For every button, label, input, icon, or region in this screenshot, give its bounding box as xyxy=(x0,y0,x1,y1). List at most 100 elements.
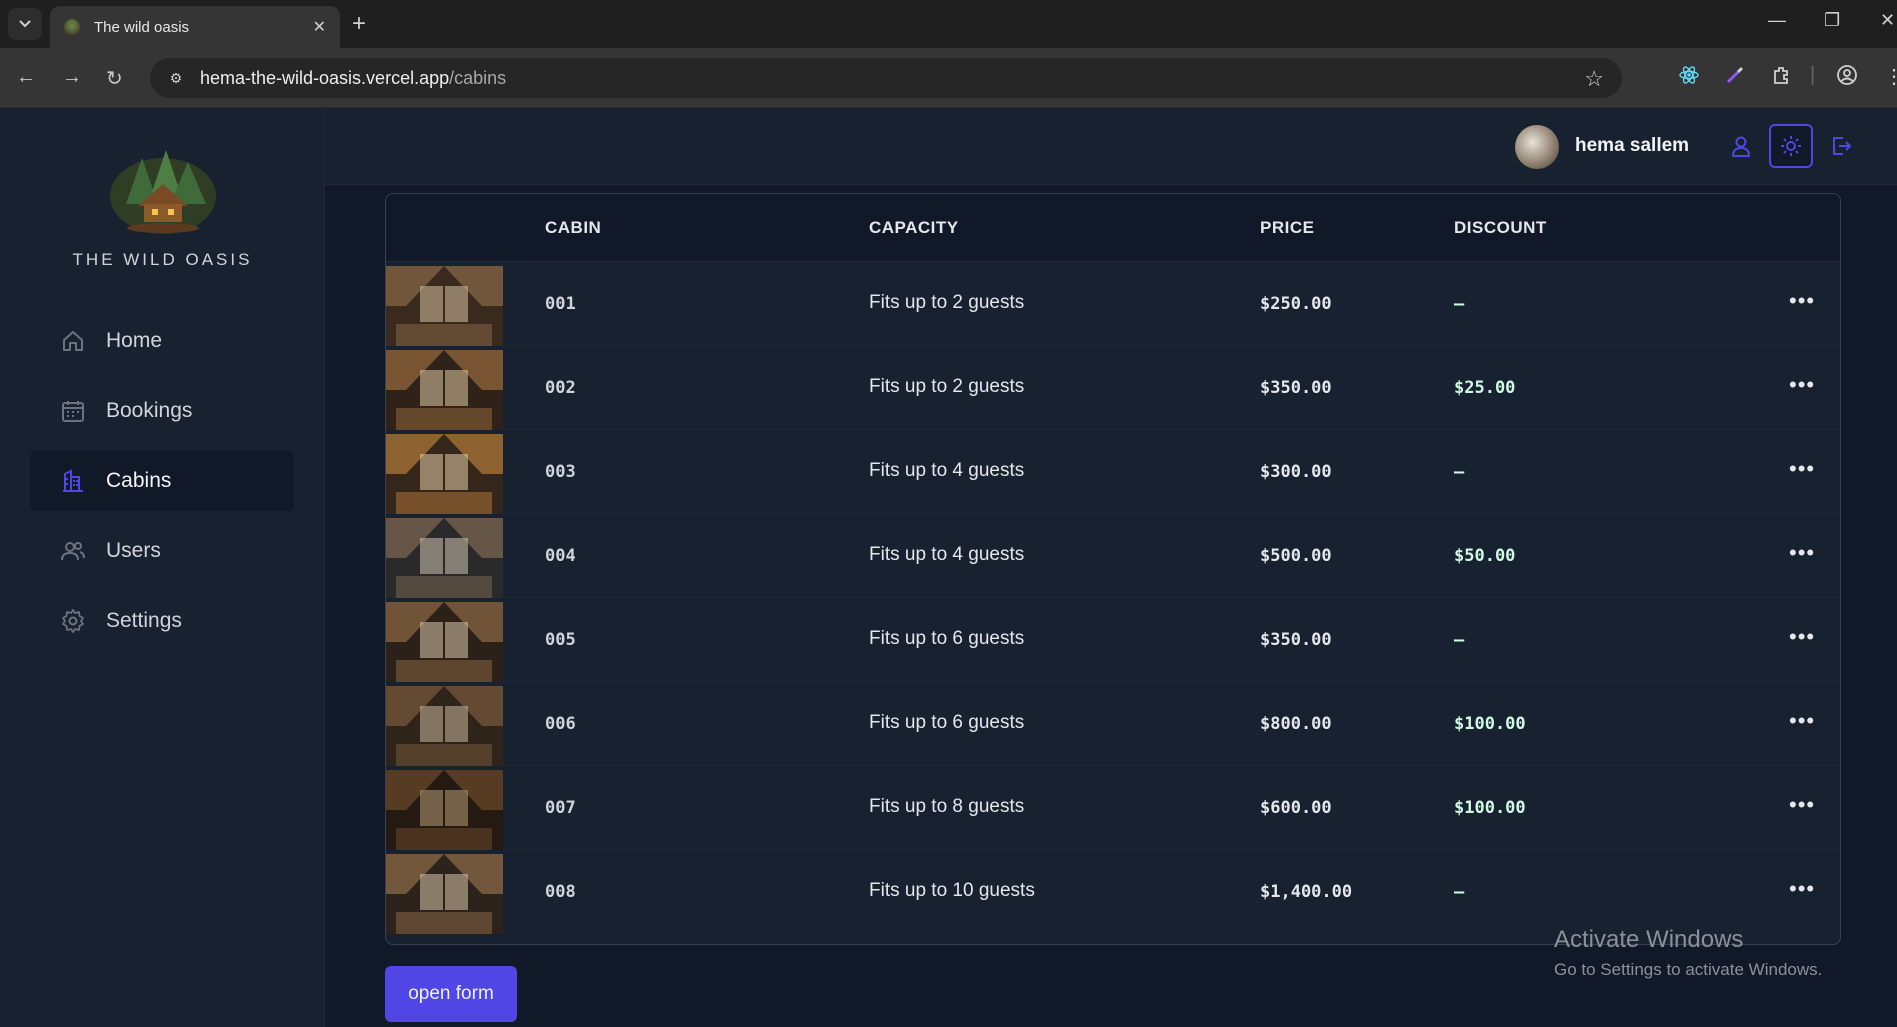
extensions-icon[interactable] xyxy=(1770,64,1792,92)
users-icon xyxy=(60,538,86,564)
profile-icon[interactable] xyxy=(1836,64,1858,92)
table-row: 005 Fits up to 6 guests $350.00 — ••• xyxy=(386,598,1840,682)
sidebar: THE WILD OASIS Home Bookings Cabins User… xyxy=(0,108,325,1027)
browser-tab[interactable]: The wild oasis ✕ xyxy=(50,6,340,48)
close-tab-icon[interactable]: ✕ xyxy=(313,17,326,37)
username: hema sallem xyxy=(1575,135,1690,156)
table-row: 007 Fits up to 8 guests $600.00 $100.00 ••• xyxy=(386,766,1840,850)
nav-label-users: Users xyxy=(106,539,161,562)
cabin-name: 006 xyxy=(545,714,576,734)
cabin-discount: — xyxy=(1454,882,1465,902)
browser-tabbar: The wild oasis ✕ + — ❐ ✕ xyxy=(0,0,1897,48)
row-menu-icon[interactable]: ••• xyxy=(1789,456,1815,482)
address-bar[interactable]: ⚙ hema-the-wild-oasis.vercel.app/cabins … xyxy=(150,58,1622,98)
gear-icon xyxy=(60,608,86,634)
avatar xyxy=(1515,125,1559,169)
sun-icon xyxy=(1781,136,1801,156)
browser-toolbar: ← → ↻ ⚙ hema-the-wild-oasis.vercel.app/c… xyxy=(0,48,1897,108)
cabin-capacity: Fits up to 10 guests xyxy=(869,880,1035,901)
back-icon[interactable]: ← xyxy=(16,66,36,89)
nav-item-users[interactable]: Users xyxy=(30,521,294,581)
open-form-button[interactable]: open form xyxy=(385,966,517,1022)
nav-item-cabins[interactable]: Cabins xyxy=(30,451,294,511)
nav-label-bookings: Bookings xyxy=(106,399,193,422)
nav-item-bookings[interactable]: Bookings xyxy=(30,381,294,441)
col-cabin: CABIN xyxy=(545,218,602,237)
row-menu-icon[interactable]: ••• xyxy=(1789,792,1815,818)
table-row: 006 Fits up to 6 guests $800.00 $100.00 ••• xyxy=(386,682,1840,766)
toolbar-divider: | xyxy=(1810,64,1816,86)
logout-button[interactable] xyxy=(1819,124,1863,168)
forward-icon[interactable]: → xyxy=(62,66,82,89)
cabin-discount: — xyxy=(1454,462,1465,482)
cabin-price: $350.00 xyxy=(1260,630,1332,650)
user-icon xyxy=(1732,136,1750,157)
minimize-icon[interactable]: — xyxy=(1768,10,1786,31)
table-row: 008 Fits up to 10 guests $1,400.00 — ••• xyxy=(386,850,1840,934)
bookmark-star-icon[interactable]: ☆ xyxy=(1584,66,1604,92)
main-nav: Home Bookings Cabins Users Settings xyxy=(30,311,294,661)
cabin-discount: $25.00 xyxy=(1454,378,1516,398)
tab-search-button[interactable] xyxy=(8,8,42,40)
cabin-discount: $100.00 xyxy=(1454,714,1526,734)
url-path: /cabins xyxy=(449,67,507,88)
cabin-discount: — xyxy=(1454,630,1465,650)
cabin-capacity: Fits up to 8 guests xyxy=(869,796,1025,817)
cabin-price: $350.00 xyxy=(1260,378,1332,398)
nav-label-cabins: Cabins xyxy=(106,469,172,492)
close-window-icon[interactable]: ✕ xyxy=(1880,10,1895,31)
account-button[interactable] xyxy=(1719,124,1763,168)
row-menu-icon[interactable]: ••• xyxy=(1789,708,1815,734)
cabin-price: $250.00 xyxy=(1260,294,1332,314)
row-menu-icon[interactable]: ••• xyxy=(1789,624,1815,650)
cabin-capacity: Fits up to 4 guests xyxy=(869,460,1025,481)
cabin-capacity: Fits up to 2 guests xyxy=(869,292,1025,313)
table-row: 002 Fits up to 2 guests $350.00 $25.00 ••• xyxy=(386,346,1840,430)
cabin-price: $300.00 xyxy=(1260,462,1332,482)
cabin-name: 003 xyxy=(545,462,576,482)
browser-menu-icon[interactable]: ⋮ xyxy=(1884,64,1897,89)
cabin-image xyxy=(386,350,503,430)
cabin-price: $1,400.00 xyxy=(1260,882,1353,902)
col-capacity: CAPACITY xyxy=(869,218,959,237)
table-row: 001 Fits up to 2 guests $250.00 — ••• xyxy=(386,262,1840,346)
table-header: CABIN CAPACITY PRICE DISCOUNT xyxy=(386,194,1840,262)
dark-mode-toggle[interactable] xyxy=(1769,124,1813,168)
cabin-name: 002 xyxy=(545,378,576,398)
brand-name: THE WILD OASIS xyxy=(72,250,253,269)
cabin-image xyxy=(386,266,503,346)
row-menu-icon[interactable]: ••• xyxy=(1789,288,1815,314)
table-row: 003 Fits up to 4 guests $300.00 — ••• xyxy=(386,430,1840,514)
cabin-capacity: Fits up to 4 guests xyxy=(869,544,1025,565)
nav-item-settings[interactable]: Settings xyxy=(30,591,294,651)
nav-item-home[interactable]: Home xyxy=(30,311,294,371)
cabin-name: 007 xyxy=(545,798,576,818)
logout-icon xyxy=(1833,137,1852,155)
calendar-icon xyxy=(60,398,86,424)
eyedropper-icon[interactable] xyxy=(1724,64,1746,92)
cabin-name: 004 xyxy=(545,546,576,566)
windows-activation-subtitle: Go to Settings to activate Windows. xyxy=(1554,960,1823,979)
col-price: PRICE xyxy=(1260,218,1315,237)
cabin-price: $800.00 xyxy=(1260,714,1332,734)
restore-icon[interactable]: ❐ xyxy=(1824,10,1840,31)
cabin-name: 005 xyxy=(545,630,576,650)
cabin-discount: $100.00 xyxy=(1454,798,1526,818)
new-tab-button[interactable]: + xyxy=(352,10,366,38)
row-menu-icon[interactable]: ••• xyxy=(1789,372,1815,398)
nav-label-home: Home xyxy=(106,329,163,352)
table-body: 001 Fits up to 2 guests $250.00 — ••• 002 Fits… xyxy=(386,262,1840,934)
cabin-capacity: Fits up to 2 guests xyxy=(869,376,1025,397)
table-row: 004 Fits up to 4 guests $500.00 $50.00 ••• xyxy=(386,514,1840,598)
cabin-capacity: Fits up to 6 guests xyxy=(869,712,1025,733)
windows-activation-title: Activate Windows xyxy=(1554,926,1744,953)
row-menu-icon[interactable]: ••• xyxy=(1789,540,1815,566)
row-menu-icon[interactable]: ••• xyxy=(1789,876,1815,902)
cabin-price: $500.00 xyxy=(1260,546,1332,566)
cabin-discount: $50.00 xyxy=(1454,546,1516,566)
chevron-down-icon xyxy=(19,20,31,28)
react-devtools-icon[interactable] xyxy=(1678,64,1700,92)
reload-icon[interactable]: ↻ xyxy=(106,66,123,91)
site-info-icon[interactable]: ⚙ xyxy=(166,68,186,88)
cabins-table: CABIN CAPACITY PRICE DISCOUNT 001 Fits up… xyxy=(385,193,1841,945)
